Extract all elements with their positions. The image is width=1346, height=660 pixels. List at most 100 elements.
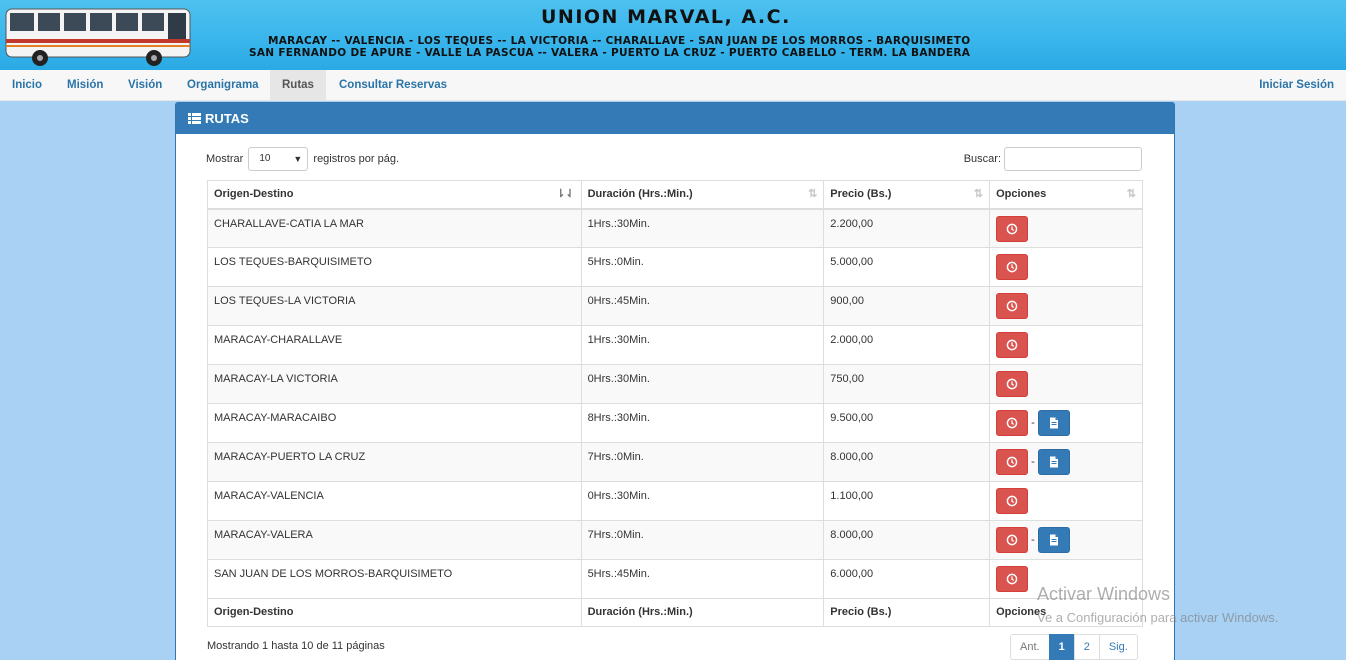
schedule-clock-button[interactable] bbox=[996, 410, 1029, 436]
cell-options bbox=[989, 481, 1143, 521]
table-row: CHARALLAVE-CATIA LA MAR 1Hrs.:30Min. 2.200… bbox=[207, 208, 1143, 248]
schedule-clock-button[interactable] bbox=[996, 527, 1029, 553]
pager-page-1[interactable]: 1 bbox=[1048, 634, 1075, 660]
cell-options bbox=[989, 286, 1143, 326]
document-button[interactable] bbox=[1037, 527, 1070, 553]
schedule-clock-button[interactable] bbox=[996, 371, 1029, 397]
col-duracion-label: Duración (Hrs.:Min.) bbox=[587, 188, 693, 200]
options-separator: - bbox=[1031, 456, 1035, 468]
table-row: MARACAY-CHARALLAVE 1Hrs.:30Min. 2.000,00 bbox=[207, 325, 1143, 365]
col-opciones[interactable]: Opciones ⇅ bbox=[989, 180, 1143, 210]
cell-duration: 0Hrs.:30Min. bbox=[580, 364, 825, 404]
cell-price: 8.000,00 bbox=[823, 442, 991, 482]
sort-icon: ⇅ bbox=[1126, 188, 1136, 200]
records-per-page-label: registros por pág. bbox=[313, 153, 400, 165]
site-banner: UNION MARVAL, A.C. MARACAY -- VALENCIA -… bbox=[0, 0, 1346, 70]
schedule-clock-button[interactable] bbox=[996, 488, 1029, 514]
schedule-clock-button[interactable] bbox=[996, 332, 1029, 358]
watermark-subtitle: Ve a Configuración para activar Windows. bbox=[1037, 610, 1279, 625]
cell-route: MARACAY-VALERA bbox=[207, 520, 582, 560]
cell-route: LOS TEQUES-LA VICTORIA bbox=[207, 286, 582, 326]
page-size-control: Mostrar 10 ▼ registros por pág. bbox=[206, 147, 400, 172]
cell-duration: 5Hrs.:45Min. bbox=[580, 559, 825, 599]
pager-prev[interactable]: Ant. bbox=[1010, 634, 1050, 660]
watermark-title: Activar Windows bbox=[1037, 584, 1171, 604]
banner-routes-line-2: SAN FERNANDO DE APURE - VALLE LA PASCUA … bbox=[249, 47, 971, 59]
search-input[interactable] bbox=[1004, 147, 1142, 172]
cell-duration: 8Hrs.:30Min. bbox=[580, 403, 825, 443]
table-controls: Mostrar 10 ▼ registros por pág. Buscar: bbox=[206, 147, 1142, 172]
cell-duration: 0Hrs.:45Min. bbox=[580, 286, 825, 326]
pager-next[interactable]: Sig. bbox=[1098, 634, 1138, 660]
panel-title: RUTAS bbox=[205, 111, 249, 126]
cell-price: 5.000,00 bbox=[823, 247, 991, 287]
cell-route: MARACAY-CHARALLAVE bbox=[207, 325, 582, 365]
page-size-value: 10 bbox=[259, 153, 271, 165]
schedule-clock-button[interactable] bbox=[996, 215, 1029, 242]
cell-options bbox=[989, 247, 1143, 287]
table-row: LOS TEQUES-LA VICTORIA 0Hrs.:45Min. 900,00 bbox=[207, 286, 1143, 326]
document-button[interactable] bbox=[1037, 410, 1070, 436]
cell-options: - bbox=[989, 403, 1143, 443]
sort-icon: ⇅ bbox=[973, 188, 984, 200]
cell-price: 2.000,00 bbox=[823, 325, 991, 365]
col-precio[interactable]: Precio (Bs.) ⇅ bbox=[823, 180, 991, 210]
top-navbar: Inicio Misión Visión Organigrama Rutas C… bbox=[0, 70, 1346, 101]
schedule-clock-button[interactable] bbox=[996, 293, 1029, 319]
table-row: SAN JUAN DE LOS MORROS-BARQUISIMETO 5Hrs.… bbox=[207, 559, 1143, 599]
cell-options: - bbox=[989, 442, 1143, 482]
cell-price: 9.500,00 bbox=[823, 403, 991, 443]
footer-origen-destino: Origen-Destino bbox=[207, 598, 582, 627]
banner-routes-line-1: MARACAY -- VALENCIA - LOS TEQUES -- LA V… bbox=[268, 35, 971, 47]
list-icon bbox=[188, 113, 201, 124]
cell-price: 2.200,00 bbox=[823, 208, 991, 248]
table-footer-row: Origen-Destino Duración (Hrs.:Min.) Prec… bbox=[207, 598, 1143, 627]
cell-duration: 7Hrs.:0Min. bbox=[580, 520, 825, 560]
footer-duracion: Duración (Hrs.:Min.) bbox=[580, 598, 825, 627]
schedule-clock-button[interactable] bbox=[996, 566, 1029, 592]
routes-panel: RUTAS Mostrar 10 ▼ registros por pág. Bus… bbox=[175, 102, 1175, 660]
cell-route: LOS TEQUES-BARQUISIMETO bbox=[207, 247, 582, 287]
col-precio-label: Precio (Bs.) bbox=[830, 188, 892, 200]
cell-route: SAN JUAN DE LOS MORROS-BARQUISIMETO bbox=[207, 559, 582, 599]
routes-table: Origen-Destino ⇂⇃ Duración (Hrs.:Min.) ⇅ P… bbox=[207, 180, 1143, 627]
cell-route: MARACAY-VALENCIA bbox=[207, 481, 582, 521]
document-button[interactable] bbox=[1037, 449, 1070, 475]
cell-options bbox=[989, 208, 1143, 248]
nav-consultar-reservas[interactable]: Consultar Reservas bbox=[327, 70, 459, 100]
schedule-clock-button[interactable] bbox=[996, 449, 1029, 475]
table-row: MARACAY-VALERA 7Hrs.:0Min. 8.000,00 - bbox=[207, 520, 1143, 560]
cell-route: MARACAY-LA VICTORIA bbox=[207, 364, 582, 404]
panel-heading: RUTAS bbox=[176, 103, 1174, 134]
nav-login[interactable]: Iniciar Sesión bbox=[1247, 70, 1346, 100]
table-row: MARACAY-MARACAIBO 8Hrs.:30Min. 9.500,00 - bbox=[207, 403, 1143, 443]
col-origen-destino-label: Origen-Destino bbox=[214, 188, 294, 200]
cell-options bbox=[989, 364, 1143, 404]
nav-vision[interactable]: Visión bbox=[116, 70, 174, 100]
cell-route: MARACAY-MARACAIBO bbox=[207, 403, 582, 443]
show-label: Mostrar bbox=[206, 153, 244, 165]
table-header-row: Origen-Destino ⇂⇃ Duración (Hrs.:Min.) ⇅ P… bbox=[207, 180, 1143, 210]
nav-inicio[interactable]: Inicio bbox=[0, 70, 54, 100]
cell-duration: 7Hrs.:0Min. bbox=[580, 442, 825, 482]
cell-duration: 5Hrs.:0Min. bbox=[580, 247, 825, 287]
cell-price: 900,00 bbox=[823, 286, 991, 326]
search-control: Buscar: bbox=[964, 147, 1142, 172]
options-separator: - bbox=[1031, 417, 1035, 429]
schedule-clock-button[interactable] bbox=[996, 254, 1029, 280]
pager-page-2[interactable]: 2 bbox=[1073, 634, 1100, 660]
caret-down-icon: ▼ bbox=[293, 154, 303, 165]
nav-mision[interactable]: Misión bbox=[55, 70, 115, 100]
nav-rutas[interactable]: Rutas bbox=[270, 70, 326, 100]
footer-precio: Precio (Bs.) bbox=[823, 598, 991, 627]
cell-route: MARACAY-PUERTO LA CRUZ bbox=[207, 442, 582, 482]
col-duracion[interactable]: Duración (Hrs.:Min.) ⇅ bbox=[580, 180, 825, 210]
table-row: MARACAY-PUERTO LA CRUZ 7Hrs.:0Min. 8.000,0… bbox=[207, 442, 1143, 482]
table-row: LOS TEQUES-BARQUISIMETO 5Hrs.:0Min. 5.000,… bbox=[207, 247, 1143, 287]
col-origen-destino[interactable]: Origen-Destino ⇂⇃ bbox=[207, 180, 582, 210]
page-size-select[interactable]: 10 ▼ bbox=[248, 147, 309, 172]
pagination: Ant. 1 2 Sig. bbox=[1010, 634, 1138, 660]
nav-organigrama[interactable]: Organigrama bbox=[175, 70, 271, 100]
cell-options bbox=[989, 325, 1143, 365]
cell-price: 1.100,00 bbox=[823, 481, 991, 521]
